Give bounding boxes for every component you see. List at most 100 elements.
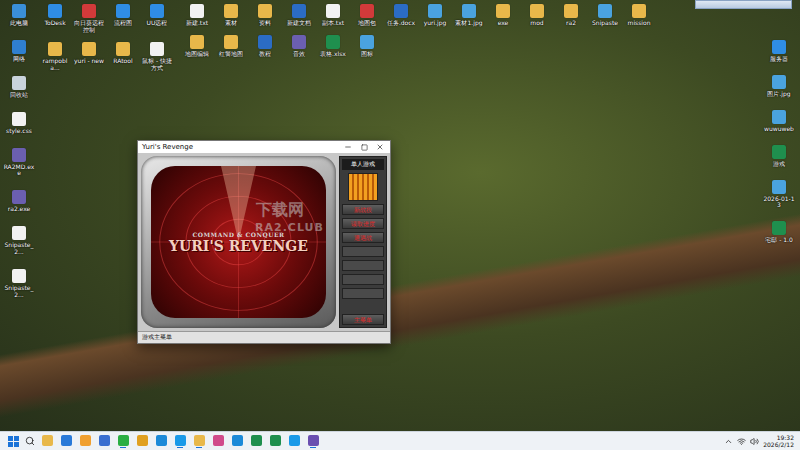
desktop-icon-label: 服务器 xyxy=(770,56,788,63)
desktop-icon[interactable]: 新建文档 xyxy=(282,4,316,27)
empty-slot xyxy=(342,246,384,257)
desktop-icon[interactable]: 鼠标 - 快捷方式 xyxy=(140,42,174,72)
menu-button[interactable]: 遭遇战 xyxy=(342,232,384,243)
taskbar-app[interactable] xyxy=(40,433,54,449)
floating-toolbar[interactable] xyxy=(695,0,792,9)
desktop-files: 新建.txt 素材 资料 新建文档副本.txt地图包任务.docxyuri.jpg素材… xyxy=(180,4,656,58)
taskbar-app[interactable] xyxy=(306,433,320,449)
chevron-icon[interactable] xyxy=(724,437,733,446)
taskbar-app[interactable] xyxy=(59,433,73,449)
watermark: 下载网RA2.CLUB xyxy=(255,200,304,234)
explorer-icon xyxy=(42,435,53,446)
clock-time: 19:32 xyxy=(777,434,794,441)
desktop-icon[interactable]: 游戏 xyxy=(762,145,796,168)
desktop-icon[interactable]: 网络 xyxy=(2,40,36,63)
window-body: COMMAND & CONQUERYURI'S REVENGE单人游戏新战役读取… xyxy=(138,153,390,331)
start-button[interactable] xyxy=(6,434,20,448)
running-indicator xyxy=(44,447,50,448)
taskbar-app[interactable] xyxy=(192,433,206,449)
logo-title: YURI'S REVENGE xyxy=(169,238,308,254)
desktop-icon-label: 资料 xyxy=(259,20,271,27)
desktop-icon[interactable]: wuwuweb xyxy=(762,110,796,133)
taskbar-app[interactable] xyxy=(78,433,92,449)
desktop-icon[interactable]: RA2MD.exe xyxy=(2,148,36,178)
desktop-icon[interactable]: 表格.xlsx xyxy=(316,35,350,58)
file-icon xyxy=(12,112,26,126)
desktop-icon[interactable]: Snipaste xyxy=(588,4,622,27)
taskbar-app[interactable] xyxy=(173,433,187,449)
main-menu-button[interactable]: 主菜单 xyxy=(342,314,384,325)
taskbar-app[interactable] xyxy=(154,433,168,449)
desktop-icon[interactable]: 向日葵远程控制 xyxy=(72,4,106,34)
desktop-icon[interactable]: yuri - new xyxy=(72,42,106,72)
file-icon xyxy=(12,269,26,283)
menu-button[interactable]: 新战役 xyxy=(342,204,384,215)
taskbar-app[interactable] xyxy=(287,433,301,449)
desktop-icon[interactable]: 图片.jpg xyxy=(762,75,796,98)
network-icon[interactable] xyxy=(737,437,746,446)
desktop-icon[interactable]: 图标 xyxy=(350,35,384,58)
desktop-icon[interactable]: 副本.txt xyxy=(316,4,350,27)
desktop-icon[interactable]: mission xyxy=(622,4,656,27)
desktop-icon[interactable]: 素材 xyxy=(214,4,248,27)
desktop-icon[interactable]: 地图包 xyxy=(350,4,384,27)
desktop-icon-label: 素材1.jpg xyxy=(455,20,482,27)
taskbar-app[interactable] xyxy=(97,433,111,449)
desktop-icon[interactable]: 地图编辑 xyxy=(180,35,214,58)
desktop-icon[interactable]: UU远程 xyxy=(140,4,174,34)
desktop-icon[interactable]: ra2 xyxy=(554,4,588,27)
desktop-icon[interactable]: 流程图 xyxy=(106,4,140,34)
desktop-icon[interactable]: mod xyxy=(520,4,554,27)
desktop-right-column: 服务器图片.jpg wuwuweb 游戏 2026-01-13 宅邸 - 1.0 xyxy=(762,40,796,244)
taskbar-app[interactable] xyxy=(249,433,263,449)
volume-icon[interactable] xyxy=(750,437,759,446)
taskbar-app[interactable] xyxy=(116,433,130,449)
taskbar: 19:322026/2/12 xyxy=(0,431,800,450)
desktop-icon[interactable]: rampobla... xyxy=(38,42,72,72)
taskbar-app[interactable] xyxy=(135,433,149,449)
side-panel: 单人游戏新战役读取进度遭遇战主菜单 xyxy=(339,156,387,328)
desktop-icon[interactable]: style.css xyxy=(2,112,36,135)
desktop-icon-label: 网络 xyxy=(13,56,25,63)
taskbar-app[interactable] xyxy=(268,433,282,449)
desktop-icon[interactable]: Snipaste_2... xyxy=(2,226,36,256)
running-indicator xyxy=(82,447,88,448)
desktop-icon[interactable]: 回收站 xyxy=(2,76,36,99)
search-button[interactable] xyxy=(25,436,35,446)
desktop-icon[interactable]: Snipaste_2... xyxy=(2,269,36,299)
desktop-icon-label: ra2.exe xyxy=(8,206,31,213)
desktop-icon[interactable]: 资料 xyxy=(248,4,282,27)
desktop-shortcuts: ToDesk向日葵远程控制流程图UU远程 rampobla...yuri - ne… xyxy=(38,4,174,72)
desktop-icon-label: RA2MD.exe xyxy=(2,164,36,178)
desktop-icon[interactable]: ra2.exe xyxy=(2,190,36,213)
minimize-button[interactable] xyxy=(340,141,356,153)
menu-button[interactable]: 读取进度 xyxy=(342,218,384,229)
desktop-icon[interactable]: 此电脑 xyxy=(2,4,36,27)
desktop-icon[interactable]: 素材1.jpg xyxy=(452,4,486,27)
desktop-icon[interactable]: ToDesk xyxy=(38,4,72,34)
desktop-icon-label: 素材 xyxy=(225,20,237,27)
desktop-icon-label: mission xyxy=(628,20,651,27)
desktop-icon[interactable]: exe xyxy=(486,4,520,27)
desktop-icon[interactable]: 红警地图 xyxy=(214,35,248,58)
taskbar-app[interactable] xyxy=(230,433,244,449)
desktop-icon[interactable]: 教程 xyxy=(248,35,282,58)
desktop-icon[interactable]: 音效 xyxy=(282,35,316,58)
taskbar-app[interactable] xyxy=(211,433,225,449)
doc-icon xyxy=(394,4,408,18)
desktop-icon[interactable]: 2026-01-13 xyxy=(762,180,796,210)
title-bar[interactable]: Yuri's Revenge xyxy=(138,141,390,153)
desktop-icon[interactable]: 服务器 xyxy=(762,40,796,63)
launcher-window[interactable]: Yuri's RevengeCOMMAND & CONQUERYURI'S RE… xyxy=(137,140,391,344)
file-icon xyxy=(12,226,26,240)
close-button[interactable] xyxy=(372,141,388,153)
desktop-icon[interactable]: 任务.docx xyxy=(384,4,418,27)
desktop-icon[interactable]: 新建.txt xyxy=(180,4,214,27)
clock[interactable]: 19:322026/2/12 xyxy=(763,434,794,448)
desktop-icon[interactable]: RAtool xyxy=(106,42,140,72)
running-indicator xyxy=(215,447,221,448)
maximize-button[interactable] xyxy=(356,141,372,153)
net-icon xyxy=(12,40,26,54)
desktop-icon[interactable]: 宅邸 - 1.0 xyxy=(762,221,796,244)
desktop-icon[interactable]: yuri.jpg xyxy=(418,4,452,27)
